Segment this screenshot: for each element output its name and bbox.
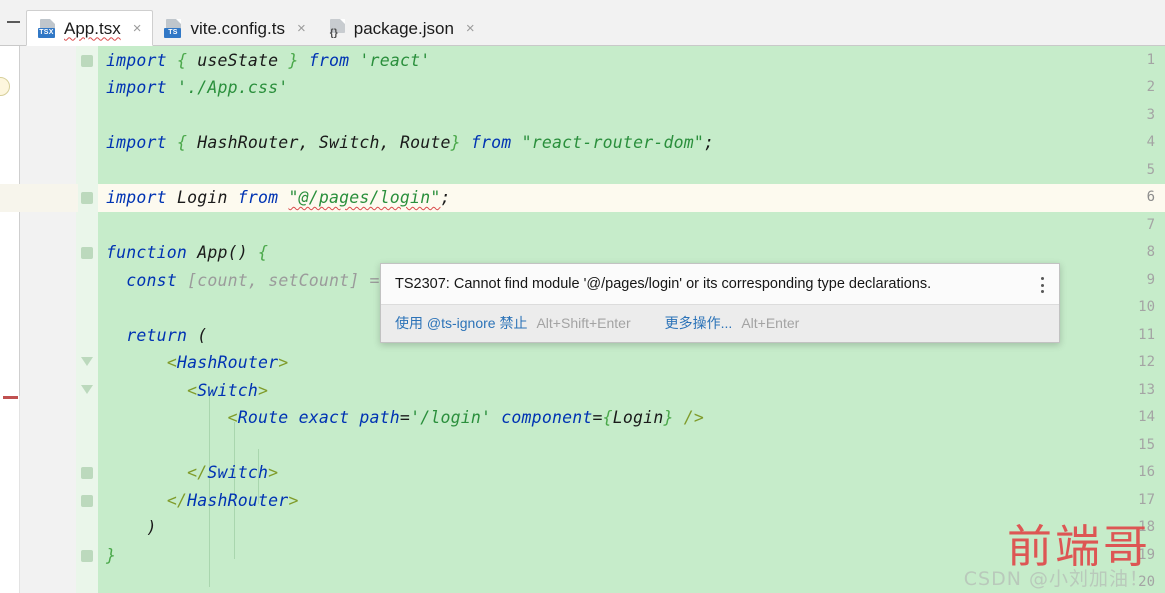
- code-line-19[interactable]: }: [98, 542, 116, 570]
- tab-close-icon-vite-config-ts[interactable]: ×: [294, 19, 309, 38]
- tab-vite-config-ts[interactable]: TS vite.config.ts ×: [153, 11, 316, 45]
- code-line-14[interactable]: <Route exact path='/login' component={Lo…: [98, 404, 704, 432]
- json-file-icon: {}: [328, 18, 347, 39]
- code-line-18[interactable]: ): [98, 514, 157, 542]
- error-stripe-column[interactable]: [0, 46, 20, 593]
- more-options-icon[interactable]: [1035, 276, 1049, 294]
- shortcut-suppress-ts-ignore: Alt+Shift+Enter: [536, 315, 631, 332]
- tab-close-icon-app-tsx[interactable]: ×: [130, 19, 145, 38]
- tab-package-json[interactable]: {} package.json ×: [317, 11, 486, 45]
- error-inspection-tooltip[interactable]: TS2307: Cannot find module '@/pages/logi…: [380, 263, 1060, 344]
- fold-marker-line-12[interactable]: [81, 357, 93, 369]
- code-line-9[interactable]: const [count, setCount] = useState(0): [98, 267, 380, 295]
- current-line-gutter-highlight: [0, 184, 78, 212]
- line-number-2: 2: [1146, 79, 1155, 95]
- fold-marker-line-13[interactable]: [81, 384, 93, 397]
- line-number-12: 12: [1138, 354, 1155, 370]
- code-line-1[interactable]: import { useState } from 'react': [98, 47, 430, 75]
- shortcut-more-actions: Alt+Enter: [741, 315, 800, 332]
- tsx-file-icon: TSX: [38, 18, 57, 38]
- line-number-11: 11: [1138, 326, 1155, 343]
- fold-marker-line-17[interactable]: [81, 494, 93, 507]
- code-folding-gutter[interactable]: [76, 46, 98, 593]
- tooltip-message-row: TS2307: Cannot find module '@/pages/logi…: [381, 264, 1059, 305]
- tooltip-error-message: TS2307: Cannot find module '@/pages/logi…: [395, 276, 932, 292]
- code-line-11[interactable]: return (: [98, 322, 207, 350]
- line-number-5: 5: [1146, 161, 1155, 178]
- code-line-4[interactable]: import { HashRouter, Switch, Route} from…: [98, 129, 714, 157]
- minus-icon: [6, 21, 20, 23]
- action-suppress-ts-ignore[interactable]: 使用 @ts-ignore 禁止: [395, 313, 527, 333]
- code-line-13[interactable]: <Switch>: [98, 377, 268, 405]
- line-number-8: 8: [1146, 244, 1155, 260]
- line-number-13: 13: [1138, 381, 1155, 398]
- fold-marker-line-1[interactable]: [81, 54, 93, 67]
- tab-label-vite-config-ts: vite.config.ts: [190, 18, 285, 38]
- ts-file-icon-badge: TS: [164, 27, 182, 38]
- code-editor[interactable]: 1 2 3 4 5 6 7 8 9 10 11 12 13 14 15 16 17 18 19 20 import { …: [0, 46, 1165, 593]
- tooltip-action-bar: 使用 @ts-ignore 禁止 Alt+Shift+Enter 更多操作...…: [381, 304, 1059, 343]
- line-number-7: 7: [1146, 216, 1155, 233]
- editor-tab-bar: TSX App.tsx × TS vite.config.ts × {} pac…: [0, 0, 1165, 46]
- line-number-14: 14: [1138, 409, 1155, 425]
- line-number-6: 6: [1146, 189, 1155, 205]
- line-number-15: 15: [1138, 436, 1155, 453]
- tab-label-app-tsx: App.tsx: [64, 18, 121, 38]
- fold-marker-line-19[interactable]: [81, 549, 93, 562]
- tab-label-package-json: package.json: [353, 18, 454, 38]
- ts-file-icon: TS: [164, 18, 183, 38]
- code-line-16[interactable]: </Switch>: [98, 459, 278, 487]
- ide-editor-window: TSX App.tsx × TS vite.config.ts × {} pac…: [0, 0, 1165, 593]
- line-number-1: 1: [1146, 51, 1155, 68]
- line-number-10: 10: [1138, 299, 1155, 315]
- tsx-file-icon-badge: TSX: [38, 27, 55, 38]
- action-more-actions[interactable]: 更多操作...: [665, 313, 733, 333]
- tab-bar-collapse-handle[interactable]: [0, 0, 26, 45]
- line-number-3: 3: [1146, 106, 1155, 123]
- line-number-4: 4: [1146, 134, 1155, 150]
- code-line-6[interactable]: import Login from "@/pages/login";: [98, 184, 451, 212]
- line-number-gutter: [20, 46, 76, 593]
- line-number-9: 9: [1146, 271, 1155, 288]
- fold-marker-line-6[interactable]: [81, 192, 93, 204]
- watermark-author: 前端哥: [1006, 520, 1151, 573]
- error-marker-icon[interactable]: [3, 396, 18, 399]
- code-line-17[interactable]: </HashRouter>: [98, 487, 299, 515]
- json-file-icon-badge: {}: [329, 27, 339, 39]
- code-line-8[interactable]: function App() {: [98, 239, 268, 267]
- fold-marker-line-16[interactable]: [81, 467, 93, 479]
- line-number-16: 16: [1138, 464, 1155, 480]
- code-line-12[interactable]: <HashRouter>: [98, 349, 288, 377]
- fold-marker-line-8[interactable]: [81, 247, 93, 259]
- tab-close-icon-package-json[interactable]: ×: [463, 19, 478, 38]
- line-number-17: 17: [1138, 491, 1155, 508]
- code-line-2[interactable]: import './App.css': [98, 74, 288, 102]
- tab-app-tsx[interactable]: TSX App.tsx ×: [26, 10, 154, 46]
